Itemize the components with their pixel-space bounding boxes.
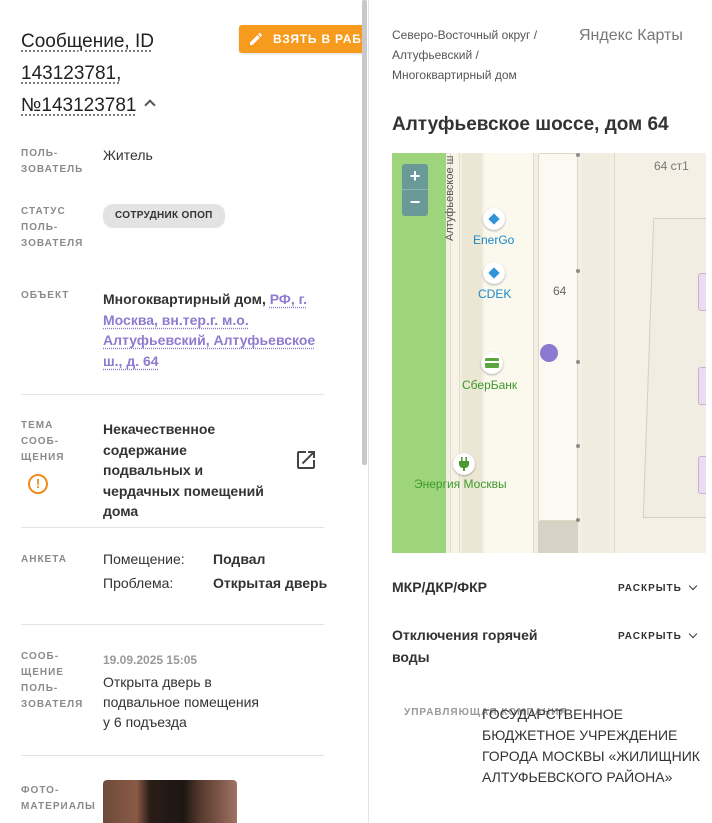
form-key: Проблема: xyxy=(103,575,174,591)
map-building xyxy=(698,456,706,494)
map-building-label: 64 ст1 xyxy=(654,159,689,173)
chevron-down-icon xyxy=(688,581,698,591)
management-company-value: ГОСУДАРСТВЕННОЕ БЮДЖЕТНОЕ УЧРЕЖДЕНИЕ ГОР… xyxy=(482,706,700,785)
map-road xyxy=(462,153,482,553)
message-panel: Сообщение, ID 143123781, №143123781 ВЗЯТ… xyxy=(0,0,362,823)
map-building xyxy=(538,153,578,521)
map-dot xyxy=(576,360,580,364)
zoom-out-button[interactable]: − xyxy=(402,190,428,216)
chevron-up-icon[interactable] xyxy=(144,99,157,111)
status-badge: СОТРУДНИК ОПОП xyxy=(103,204,225,228)
zoom-in-button[interactable]: + xyxy=(402,164,428,190)
expand-mkr-button[interactable]: РАСКРЫТЬ xyxy=(618,581,698,594)
yandex-maps-link[interactable]: Яндекс Карты xyxy=(579,27,683,45)
expand-hot-water-button[interactable]: РАСКРЫТЬ xyxy=(618,629,698,642)
user-label: ПОЛЬ-ЗОВАТЕЛЬ xyxy=(21,148,84,175)
chevron-down-icon xyxy=(688,629,698,639)
section-title-hot-water: Отключения горячей воды xyxy=(392,627,538,665)
divider xyxy=(21,527,324,528)
form-key: Помещение: xyxy=(103,551,185,567)
map-dot xyxy=(576,444,580,448)
form-value: Подвал xyxy=(213,551,266,567)
message-title[interactable]: Сообщение, ID 143123781, №143123781 xyxy=(21,26,221,122)
map-building-label: 64 xyxy=(553,284,567,298)
pencil-icon xyxy=(250,32,263,45)
map-street-label: Алтуфьевское ш xyxy=(444,155,456,241)
map-zoom-control: + − xyxy=(402,164,428,216)
poi-label[interactable]: CDEK xyxy=(478,287,511,301)
divider xyxy=(21,624,324,625)
message-title-text[interactable]: Сообщение, ID 143123781, №143123781 xyxy=(21,31,154,116)
map-dot xyxy=(576,269,580,273)
map-building xyxy=(698,273,706,311)
topic-value: Некачественное содержание подвальных и ч… xyxy=(103,421,264,519)
bank-card-icon[interactable] xyxy=(481,352,503,374)
form-value: Открытая дверь xyxy=(213,575,328,591)
user-status-label: СТАТУС ПОЛЬ-ЗОВАТЕЛЯ xyxy=(21,206,84,249)
open-external-icon[interactable] xyxy=(294,448,318,472)
poi-label[interactable]: СберБанк xyxy=(462,378,517,392)
expand-label: РАСКРЫТЬ xyxy=(618,631,682,642)
user-message-label: СООБ-ЩЕНИЕ ПОЛЬ-ЗОВАТЕЛЯ xyxy=(21,651,84,710)
user-message-text: Открыта дверь в подвальное помещения у 6… xyxy=(103,674,260,730)
object-label: ОБЪЕКТ xyxy=(21,290,70,301)
object-value: Многоквартирный дом, РФ, г. Москва, вн.т… xyxy=(103,289,323,371)
left-scrollbar[interactable] xyxy=(362,0,367,465)
panel-divider xyxy=(368,0,369,823)
user-message: 19.09.2025 15:05 Открыта дверь в подваль… xyxy=(103,650,268,732)
map-building xyxy=(642,218,706,518)
user-message-date: 19.09.2025 15:05 xyxy=(103,653,198,667)
map-area xyxy=(538,521,578,553)
map-dot xyxy=(576,518,580,522)
map-building xyxy=(698,367,706,405)
user-value: Житель xyxy=(103,147,153,163)
plug-icon[interactable] xyxy=(453,453,475,475)
diamond-icon[interactable] xyxy=(483,208,505,230)
map-dot xyxy=(576,153,580,157)
form-label: АНКЕТА xyxy=(21,554,67,565)
expand-label: РАСКРЫТЬ xyxy=(618,583,682,594)
diamond-icon[interactable] xyxy=(483,262,505,284)
topic-label: ТЕМА СООБ-ЩЕНИЯ xyxy=(21,420,65,463)
divider xyxy=(21,394,324,395)
breadcrumb: Северо-Восточный округ / Алтуфьевский / … xyxy=(392,28,538,82)
photo-thumbnail[interactable] xyxy=(103,780,237,823)
poi-label[interactable]: EnerGo xyxy=(473,233,514,247)
take-to-work-button[interactable]: ВЗЯТЬ В РАБОТУ xyxy=(239,25,362,53)
section-title-mkr: МКР/ДКР/ФКР xyxy=(392,579,488,595)
object-type: Многоквартирный дом, xyxy=(103,291,266,307)
map-road xyxy=(582,153,610,553)
address-title: Алтуфьевское шоссе, дом 64 xyxy=(392,114,669,135)
poi-label[interactable]: Энергия Москвы xyxy=(414,477,507,491)
divider xyxy=(21,755,324,756)
location-marker xyxy=(540,344,558,362)
warning-icon: ! xyxy=(28,474,48,494)
photos-label: ФОТО-МАТЕРИАЛЫ xyxy=(21,785,96,812)
take-to-work-label: ВЗЯТЬ В РАБОТУ xyxy=(273,32,362,46)
map[interactable]: Алтуфьевское ш 64 64 ст1 EnerGo CDEK Сбе… xyxy=(392,153,706,553)
